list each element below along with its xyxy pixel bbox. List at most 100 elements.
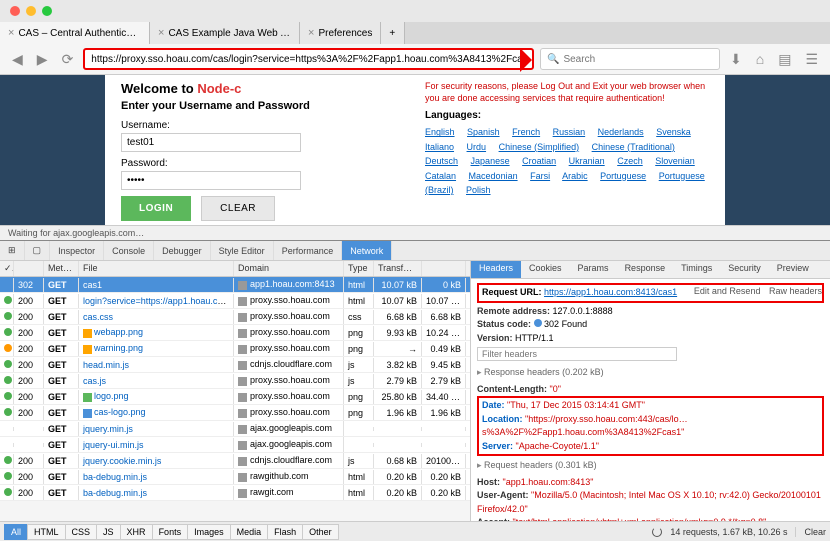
response-headers-section[interactable]: Response headers (0.202 kB) bbox=[477, 366, 824, 380]
close-tab-icon[interactable]: × bbox=[158, 27, 164, 39]
url-bar[interactable] bbox=[83, 48, 534, 70]
detail-tab-timings[interactable]: Timings bbox=[673, 261, 720, 278]
language-link[interactable]: Croatian bbox=[522, 156, 556, 166]
language-link[interactable]: Portuguese bbox=[600, 171, 646, 181]
search-bar[interactable]: 🔍 bbox=[540, 48, 720, 70]
search-input[interactable] bbox=[563, 54, 713, 65]
network-row[interactable]: 200GETjquery.cookie.min.jscdnjs.cloudfla… bbox=[0, 453, 470, 469]
language-link[interactable]: Arabic bbox=[562, 171, 588, 181]
language-link[interactable]: Chinese (Simplified) bbox=[499, 142, 580, 152]
security-message: For security reasons, please Log Out and… bbox=[425, 81, 709, 104]
filter-other[interactable]: Other bbox=[302, 524, 339, 540]
devtools-tab-performance[interactable]: Performance bbox=[274, 241, 343, 260]
language-link[interactable]: Ukranian bbox=[569, 156, 605, 166]
language-link[interactable]: Catalan bbox=[425, 171, 456, 181]
filter-fonts[interactable]: Fonts bbox=[152, 524, 189, 540]
devtools-tab-debugger[interactable]: Debugger bbox=[154, 241, 211, 260]
devtools-picker-icon[interactable]: ⊞ bbox=[0, 241, 25, 260]
request-headers-section[interactable]: Request headers (0.301 kB) bbox=[477, 459, 824, 473]
url-input[interactable] bbox=[91, 54, 526, 65]
network-row[interactable]: GETjquery-ui.min.jsajax.googleapis.com bbox=[0, 437, 470, 453]
network-row[interactable]: 200GETwebapp.pngproxy.sso.hoau.compng9.9… bbox=[0, 325, 470, 341]
filter-flash[interactable]: Flash bbox=[267, 524, 303, 540]
network-row[interactable]: 200GETlogin?service=https://app1.hoau.co… bbox=[0, 293, 470, 309]
close-tab-icon[interactable]: × bbox=[308, 27, 314, 39]
zoom-window[interactable] bbox=[42, 6, 52, 16]
language-link[interactable]: Czech bbox=[617, 156, 643, 166]
detail-tab-headers[interactable]: Headers bbox=[471, 261, 521, 278]
home-icon[interactable]: ⌂ bbox=[752, 51, 768, 67]
filter-media[interactable]: Media bbox=[230, 524, 269, 540]
filter-headers-input[interactable] bbox=[477, 347, 677, 361]
back-button[interactable]: ◀ bbox=[8, 51, 27, 68]
login-button[interactable]: LOGIN bbox=[121, 196, 191, 221]
filter-js[interactable]: JS bbox=[96, 524, 121, 540]
network-row[interactable]: 302GETcas1app1.hoau.com:8413html10.07 kB… bbox=[0, 277, 470, 293]
clear-button[interactable]: CLEAR bbox=[201, 196, 275, 221]
network-row[interactable]: 200GEThead.min.jscdnjs.cloudflare.comjs3… bbox=[0, 357, 470, 373]
close-window[interactable] bbox=[10, 6, 20, 16]
filter-css[interactable]: CSS bbox=[65, 524, 98, 540]
menu-icon[interactable]: ☰ bbox=[801, 51, 822, 68]
edit-resend-button[interactable]: Edit and Resend bbox=[694, 286, 761, 296]
toolbar: ◀ ▶ ⟳ 🔍 ⬇ ⌂ ▤ ☰ bbox=[0, 44, 830, 74]
detail-tab-preview[interactable]: Preview bbox=[769, 261, 817, 278]
browser-tab[interactable]: ×CAS – Central Authenticatio... bbox=[0, 22, 150, 44]
language-link[interactable]: Russian bbox=[553, 127, 586, 137]
raw-headers-button[interactable]: Raw headers bbox=[769, 286, 822, 296]
devtools-frame-icon[interactable]: ▢ bbox=[25, 241, 51, 260]
language-link[interactable]: French bbox=[512, 127, 540, 137]
forward-button[interactable]: ▶ bbox=[33, 51, 52, 68]
detail-tab-security[interactable]: Security bbox=[720, 261, 769, 278]
browser-tab[interactable]: ×Preferences bbox=[300, 22, 381, 44]
reload-icon[interactable] bbox=[652, 527, 662, 537]
network-row[interactable]: 200GETwarning.pngproxy.sso.hoau.compng→0… bbox=[0, 341, 470, 357]
devtools-tab-inspector[interactable]: Inspector bbox=[50, 241, 104, 260]
detail-pane: HeadersCookiesParamsResponseTimingsSecur… bbox=[470, 261, 830, 521]
filter-html[interactable]: HTML bbox=[27, 524, 66, 540]
page-content: Welcome to Node-c Enter your Username an… bbox=[0, 75, 830, 225]
language-link[interactable]: Italiano bbox=[425, 142, 454, 152]
devtools-tab-network[interactable]: Network bbox=[342, 241, 392, 260]
detail-tab-response[interactable]: Response bbox=[617, 261, 674, 278]
language-link[interactable]: Farsi bbox=[530, 171, 550, 181]
language-link[interactable]: Slovenian bbox=[655, 156, 695, 166]
language-link[interactable]: Japanese bbox=[471, 156, 510, 166]
detail-tab-params[interactable]: Params bbox=[570, 261, 617, 278]
password-input[interactable] bbox=[121, 171, 301, 190]
devtools-tab-console[interactable]: Console bbox=[104, 241, 154, 260]
filter-xhr[interactable]: XHR bbox=[120, 524, 153, 540]
clear-button[interactable]: Clear bbox=[795, 527, 826, 537]
language-link[interactable]: Urdu bbox=[467, 142, 487, 152]
language-link[interactable]: Chinese (Traditional) bbox=[592, 142, 675, 152]
downloads-icon[interactable]: ⬇ bbox=[726, 51, 746, 68]
network-row[interactable]: 200GETba-debug.min.jsrawgit.comhtml0.20 … bbox=[0, 485, 470, 501]
detail-tab-cookies[interactable]: Cookies bbox=[521, 261, 570, 278]
reload-button[interactable]: ⟳ bbox=[58, 51, 78, 68]
language-link[interactable]: Spanish bbox=[467, 127, 500, 137]
language-link[interactable]: Nederlands bbox=[598, 127, 644, 137]
minimize-window[interactable] bbox=[26, 6, 36, 16]
network-row[interactable]: 200GETcas.jsproxy.sso.hoau.comjs2.79 kB2… bbox=[0, 373, 470, 389]
filter-all[interactable]: All bbox=[4, 524, 28, 540]
browser-tab[interactable]: ×CAS Example Java Web App bbox=[150, 22, 300, 44]
network-row[interactable]: 200GETcas.cssproxy.sso.hoau.comcss6.68 k… bbox=[0, 309, 470, 325]
window-chrome: ×CAS – Central Authenticatio...×CAS Exam… bbox=[0, 0, 830, 75]
new-tab-button[interactable]: + bbox=[381, 22, 405, 44]
language-link[interactable]: Polish bbox=[466, 185, 491, 195]
devtools-tab-style-editor[interactable]: Style Editor bbox=[211, 241, 274, 260]
filter-images[interactable]: Images bbox=[187, 524, 231, 540]
network-row[interactable]: 200GETba-debug.min.jsrawgithub.comhtml0.… bbox=[0, 469, 470, 485]
filter-buttons: AllHTMLCSSJSXHRFontsImagesMediaFlashOthe… bbox=[4, 524, 338, 540]
language-link[interactable]: Deutsch bbox=[425, 156, 458, 166]
language-link[interactable]: Svenska bbox=[656, 127, 691, 137]
network-row[interactable]: GETjquery.min.jsajax.googleapis.com bbox=[0, 421, 470, 437]
username-input[interactable] bbox=[121, 133, 301, 152]
language-link[interactable]: Macedonian bbox=[469, 171, 518, 181]
network-row[interactable]: 200GETcas-logo.pngproxy.sso.hoau.compng1… bbox=[0, 405, 470, 421]
highlight-marker bbox=[520, 48, 544, 72]
close-tab-icon[interactable]: × bbox=[8, 27, 14, 39]
network-row[interactable]: 200GETlogo.pngproxy.sso.hoau.compng25.80… bbox=[0, 389, 470, 405]
language-link[interactable]: English bbox=[425, 127, 455, 137]
bookmarks-icon[interactable]: ▤ bbox=[774, 51, 795, 68]
